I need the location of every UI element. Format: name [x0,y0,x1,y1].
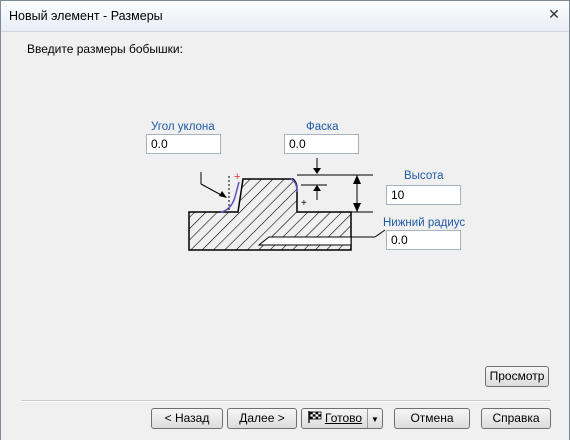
draft-angle-label: Угол уклона [151,121,215,133]
height-input[interactable] [386,185,461,205]
back-button[interactable]: < Назад [151,408,223,429]
preview-button[interactable]: Просмотр [485,366,549,387]
chamfer-marker: + [301,158,327,209]
bottom-radius-input[interactable] [386,230,461,250]
draft-angle-marker: + [200,171,240,210]
height-label: Высота [404,170,444,182]
finish-label: Готово [325,411,363,425]
title-bar: Новый элемент - Размеры ✕ [1,1,569,32]
svg-text:+: + [234,171,240,183]
draft-angle-input[interactable] [146,134,221,154]
finish-button[interactable]: Готово ▼ [301,408,383,429]
bottom-radius-leader [351,229,386,238]
svg-text:+: + [301,198,307,209]
next-button[interactable]: Далее > [227,408,297,429]
cancel-button[interactable]: Отмена [394,408,470,429]
chamfer-input[interactable] [284,134,359,154]
checkered-flag-icon [308,411,322,423]
height-dimension [297,174,373,213]
window-title: Новый элемент - Размеры [9,9,163,23]
chamfer-label: Фаска [306,121,339,133]
dialog-window: Новый элемент - Размеры ✕ Введите размер… [0,0,570,440]
bottom-radius-label: Нижний радиус [383,217,466,229]
separator [21,400,551,402]
chevron-down-icon[interactable]: ▼ [367,409,382,428]
help-button[interactable]: Справка [481,408,551,429]
dialog-content: Введите размеры бобышки: + + Угол уклона… [1,32,569,440]
boss-cross-section-diagram: + + [188,158,386,251]
close-icon[interactable]: ✕ [543,4,565,24]
boss-shape [188,178,352,251]
